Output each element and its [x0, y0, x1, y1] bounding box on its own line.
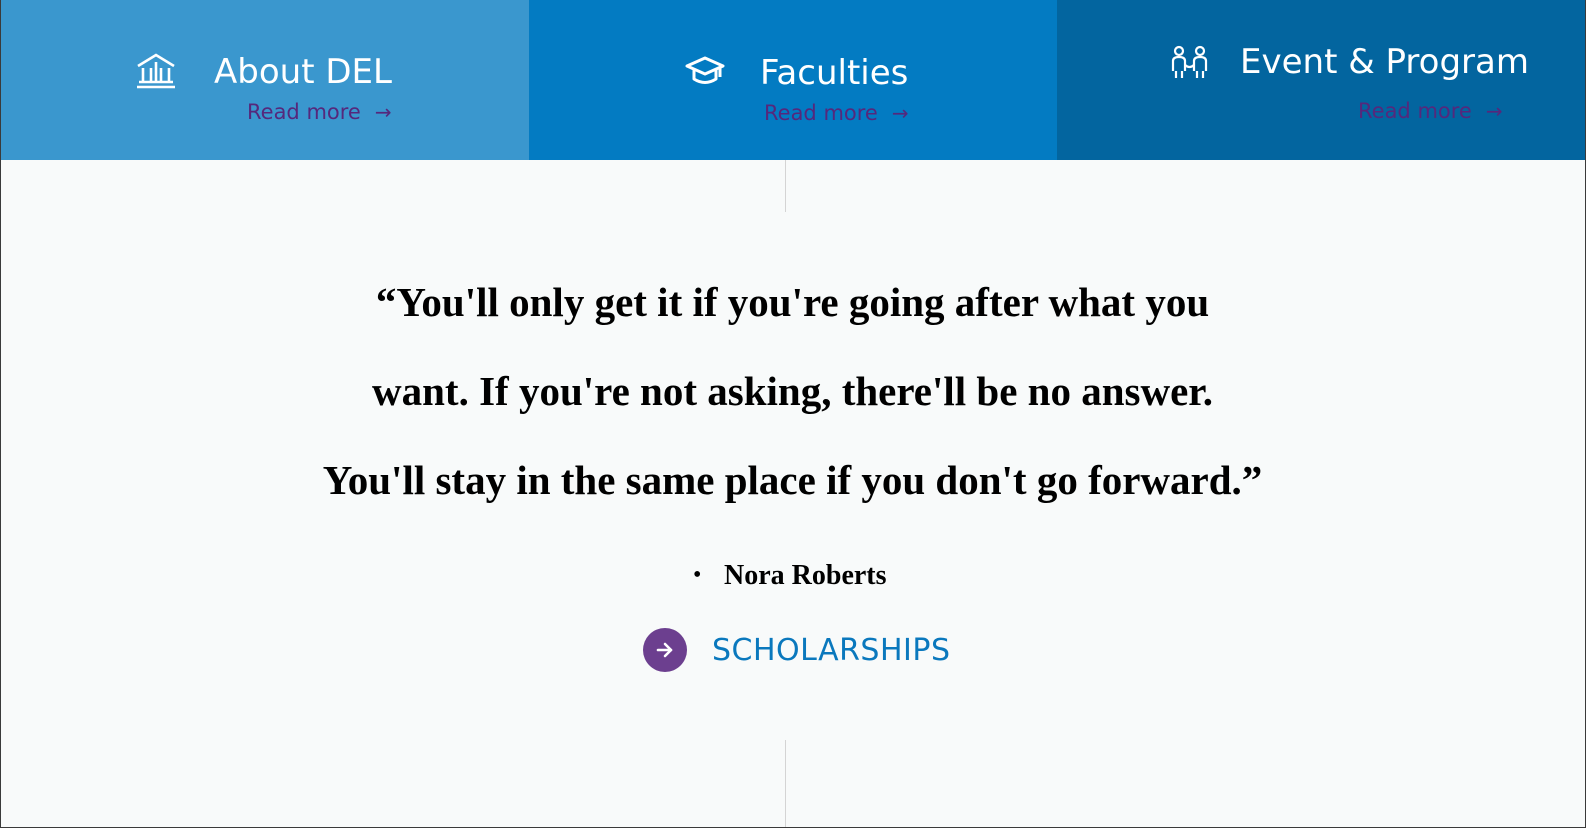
quote-line: “You'll only get it if you're going afte… [375, 279, 1210, 325]
divider-line-top [785, 160, 786, 212]
read-more-link[interactable]: Read more → [764, 101, 909, 125]
page-frame: About DEL Read more → Faculties Read mor… [0, 0, 1586, 828]
read-more-link[interactable]: Read more → [1358, 99, 1503, 123]
read-more-label: Read more [1358, 99, 1472, 123]
arrow-right-icon: → [1485, 99, 1503, 123]
arrow-right-circle-icon [643, 628, 687, 672]
read-more-link[interactable]: Read more → [247, 100, 392, 124]
tile-title: Faculties [760, 53, 909, 93]
quote-text: “You'll only get it if you're going afte… [201, 258, 1384, 525]
quote-line: You'll stay in the same place if you don… [322, 457, 1263, 503]
tile-faculties[interactable]: Faculties Read more → [529, 0, 1057, 160]
divider-line-bottom [785, 740, 786, 827]
people-group-icon [1169, 45, 1211, 81]
scholarships-link[interactable]: SCHOLARSHIPS [643, 628, 951, 672]
scholarships-label: SCHOLARSHIPS [712, 632, 951, 668]
tile-event-program[interactable]: Event & Program Read more → [1057, 0, 1585, 160]
tile-title: About DEL [214, 52, 392, 92]
bullet-icon: • [693, 562, 702, 588]
quote-line: want. If you're not asking, there'll be … [372, 368, 1213, 414]
read-more-label: Read more [764, 101, 878, 125]
arrow-right-icon: → [374, 100, 392, 124]
quote-author: Nora Roberts [724, 560, 887, 591]
tile-title: Event & Program [1240, 42, 1529, 82]
read-more-label: Read more [247, 100, 361, 124]
institution-building-icon [135, 52, 177, 90]
arrow-right-icon: → [891, 101, 909, 125]
graduation-cap-icon [685, 55, 725, 87]
feature-tiles: About DEL Read more → Faculties Read mor… [1, 0, 1585, 160]
quote-attribution: • Nora Roberts [1, 556, 1585, 596]
tile-about-del[interactable]: About DEL Read more → [1, 0, 529, 160]
